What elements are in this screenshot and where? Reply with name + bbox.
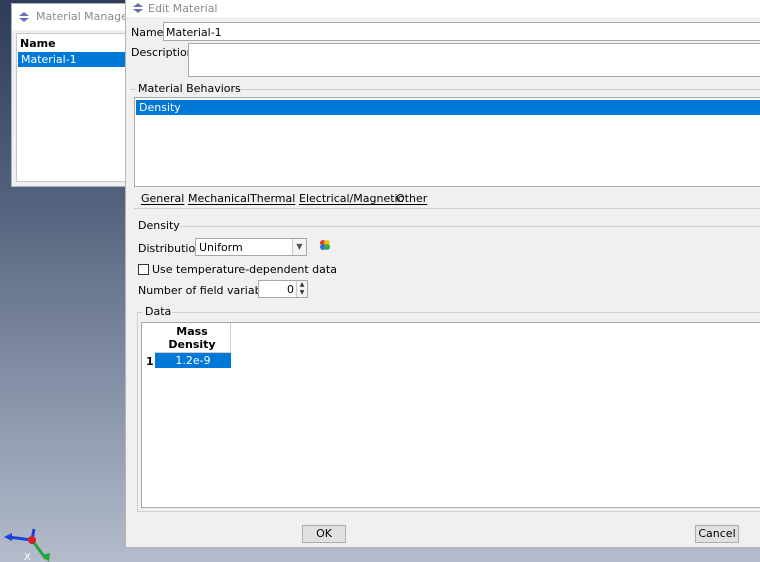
table-cell[interactable]: 1.2e-9 bbox=[155, 353, 231, 368]
edit-material-title: Edit Material bbox=[148, 2, 218, 15]
edit-material-dialog: Edit Material Name: Material-1 Descripti… bbox=[125, 0, 760, 547]
cancel-button[interactable]: Cancel bbox=[695, 525, 739, 543]
material-manager-window: Material Manager Name Material-1 bbox=[11, 3, 141, 187]
name-input[interactable]: Material-1 bbox=[163, 22, 760, 41]
material-manager-title: Material Manager bbox=[36, 10, 133, 23]
data-group-border bbox=[137, 312, 138, 512]
behavior-menubar: General Mechanical Thermal Electrical/Ma… bbox=[134, 188, 760, 209]
name-label: Name: bbox=[131, 26, 168, 39]
behaviors-group-border bbox=[226, 89, 760, 90]
column-header-line2: Density bbox=[168, 338, 216, 351]
behaviors-list[interactable]: Density bbox=[134, 97, 760, 187]
distribution-select[interactable]: Uniform ▼ bbox=[195, 238, 307, 256]
data-group-border bbox=[137, 511, 760, 512]
behaviors-group-border bbox=[130, 89, 136, 90]
menu-other[interactable]: Other bbox=[396, 192, 427, 205]
app-icon bbox=[133, 3, 143, 13]
menu-electrical-magnetic[interactable]: Electrical/Magnetic bbox=[299, 192, 404, 205]
triad-axis-label: X bbox=[24, 552, 31, 562]
data-group-label: Data bbox=[145, 305, 172, 318]
temperature-dependent-checkbox[interactable] bbox=[138, 264, 149, 275]
ok-button[interactable]: OK bbox=[302, 525, 346, 543]
menu-mechanical[interactable]: Mechanical bbox=[188, 192, 250, 205]
data-group-border bbox=[172, 312, 760, 313]
description-input[interactable] bbox=[188, 43, 760, 77]
edit-material-titlebar[interactable]: Edit Material bbox=[126, 0, 760, 17]
chevron-down-icon[interactable]: ▼ bbox=[292, 239, 306, 255]
name-input-value: Material-1 bbox=[166, 26, 222, 39]
temperature-dependent-label: Use temperature-dependent data bbox=[152, 263, 337, 276]
data-table[interactable]: Mass Density 1 1.2e-9 bbox=[141, 322, 760, 508]
spinner-down-icon[interactable]: ▼ bbox=[297, 289, 307, 297]
behaviors-group-label: Material Behaviors bbox=[138, 82, 241, 95]
distribution-select-value: Uniform bbox=[199, 241, 243, 254]
row-header: 1 bbox=[146, 355, 154, 368]
material-list-item[interactable]: Material-1 bbox=[18, 52, 139, 67]
density-group-border bbox=[180, 226, 760, 227]
material-manager-titlebar[interactable]: Material Manager bbox=[12, 4, 140, 30]
behavior-item-density[interactable]: Density bbox=[136, 100, 760, 115]
field-variables-spinner[interactable]: 0 ▲ ▼ bbox=[258, 280, 308, 298]
field-variables-value: 0 bbox=[287, 283, 294, 296]
menu-general[interactable]: General bbox=[141, 192, 184, 205]
material-list[interactable]: Name Material-1 bbox=[16, 33, 140, 182]
app-icon bbox=[19, 12, 29, 22]
spinner-buttons: ▲ ▼ bbox=[296, 281, 307, 297]
menu-thermal[interactable]: Thermal bbox=[250, 192, 295, 205]
name-column-header: Name bbox=[20, 37, 56, 50]
mass-density-column-header[interactable]: Mass Density bbox=[154, 323, 231, 353]
density-group-label: Density bbox=[138, 219, 180, 232]
spinner-up-icon[interactable]: ▲ bbox=[297, 281, 307, 289]
column-header-line1: Mass bbox=[176, 325, 208, 338]
color-palette-icon[interactable] bbox=[319, 239, 331, 251]
axis-triad-icon: X bbox=[4, 528, 50, 562]
